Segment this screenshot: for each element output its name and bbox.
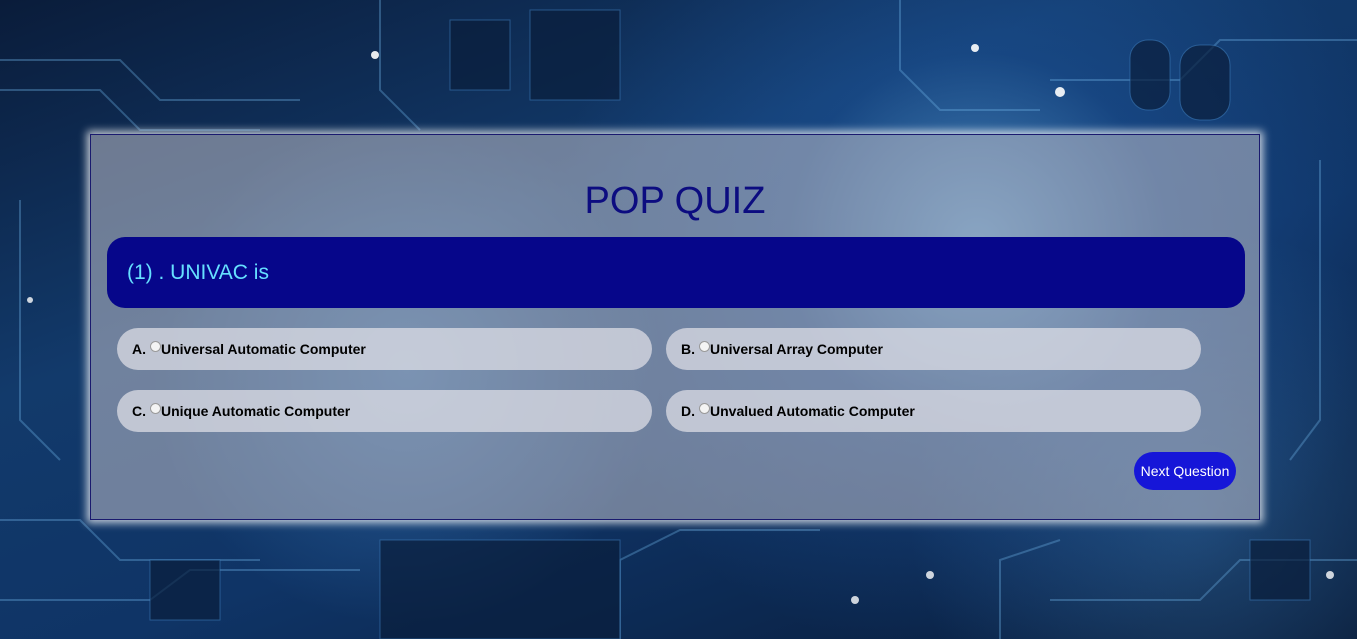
option-label: Universal Automatic Computer (161, 341, 366, 357)
option-letter: B. (681, 341, 695, 357)
option-letter: C. (132, 403, 146, 419)
quiz-title: POP QUIZ (584, 180, 766, 222)
option-label: Unique Automatic Computer (161, 403, 351, 419)
option-letter: A. (132, 341, 146, 357)
radio-button-icon[interactable] (699, 402, 710, 414)
question-text: (1) . UNIVAC is (127, 260, 269, 284)
option-a[interactable]: A. Universal Automatic Computer (117, 328, 652, 370)
option-d[interactable]: D. Unvalued Automatic Computer (666, 390, 1201, 432)
option-b[interactable]: B. Universal Array Computer (666, 328, 1201, 370)
question-bar: (1) . UNIVAC is (107, 237, 1245, 308)
option-c[interactable]: C. Unique Automatic Computer (117, 390, 652, 432)
radio-button-icon[interactable] (150, 340, 161, 352)
option-letter: D. (681, 403, 695, 419)
option-label: Universal Array Computer (710, 341, 883, 357)
radio-button-icon[interactable] (699, 340, 710, 352)
option-label: Unvalued Automatic Computer (710, 403, 915, 419)
quiz-panel: POP QUIZ (1) . UNIVAC is A. Universal Au… (90, 134, 1260, 520)
radio-button-icon[interactable] (150, 402, 161, 414)
next-question-button[interactable]: Next Question (1134, 452, 1236, 490)
